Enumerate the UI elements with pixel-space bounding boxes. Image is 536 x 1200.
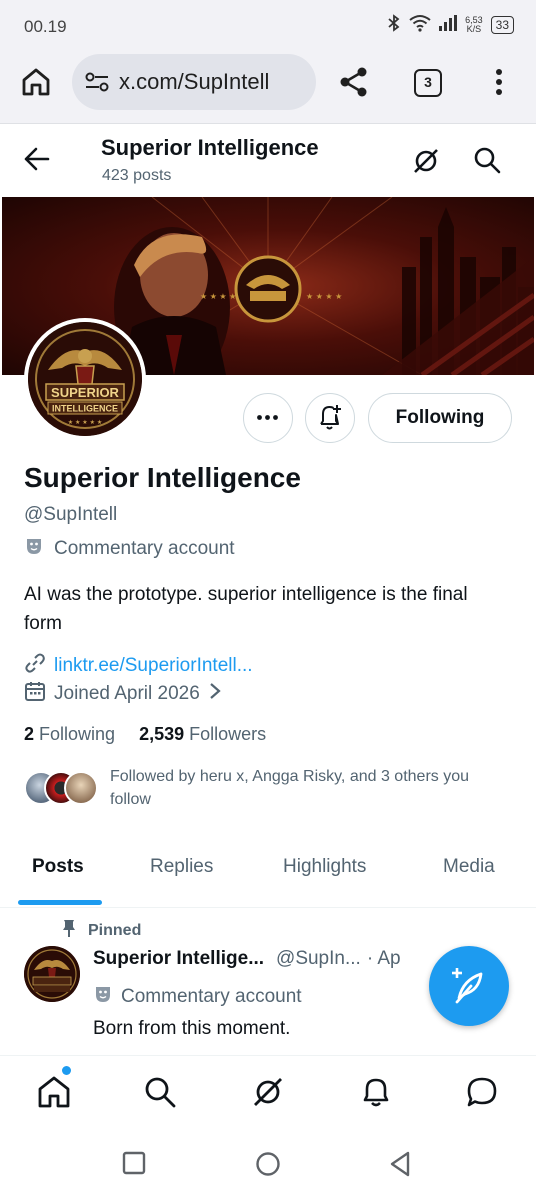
pinned-indicator: Pinned: [62, 918, 141, 943]
battery-icon: 33: [490, 16, 514, 34]
following-button[interactable]: Following: [368, 393, 512, 443]
chevron-right-icon: [208, 681, 222, 707]
post-author-name[interactable]: Superior Intellige...: [93, 948, 264, 969]
followers-count: 2,539: [139, 724, 185, 744]
bluetooth-icon: [387, 14, 401, 36]
follower-avatars: [24, 771, 98, 805]
home-notification-dot: [62, 1066, 71, 1075]
tab-highlights[interactable]: Highlights: [283, 856, 366, 878]
post-text: Born from this moment.: [93, 1018, 291, 1039]
profile-link-text[interactable]: linktr.ee/SuperiorIntell...: [54, 655, 253, 677]
speed-unit: K/S: [466, 24, 482, 34]
browser-home-icon[interactable]: [20, 66, 52, 98]
status-icons: 6,53 K/S 33: [387, 14, 514, 36]
follow-counts: 2 Following 2,539 Followers: [24, 724, 266, 745]
tab-posts[interactable]: Posts: [32, 856, 84, 878]
profile-handle: @SupIntell: [24, 504, 118, 525]
bell-plus-icon: [320, 405, 341, 430]
more-options-button[interactable]: [243, 393, 293, 443]
grok-icon[interactable]: [410, 145, 442, 177]
follower-avatar: [64, 771, 98, 805]
joined-text: Joined April 2026: [54, 683, 200, 704]
svg-text:★ ★ ★ ★ ★: ★ ★ ★ ★ ★: [68, 419, 103, 426]
followed-by-text: Followed by heru x, Angga Risky, and 3 o…: [110, 768, 470, 808]
system-navigation-bar: [0, 1131, 536, 1200]
site-settings-icon[interactable]: [84, 70, 110, 94]
tab-replies[interactable]: Replies: [150, 856, 213, 878]
commentary-label[interactable]: Commentary account: [24, 537, 235, 561]
svg-text:★ ★ ★ ★: ★ ★ ★ ★: [306, 292, 342, 301]
nav-messages-icon[interactable]: [464, 1074, 500, 1110]
profile-bio: AI was the prototype. superior intellige…: [24, 584, 468, 634]
nav-home-icon[interactable]: [36, 1074, 72, 1110]
bottom-navigation: [0, 1055, 536, 1131]
followers-count-label: Followers: [189, 724, 267, 744]
status-bar: 00.19 6,53 K/S 33: [0, 0, 536, 52]
profile-tabs: Posts Replies Highlights Media: [0, 842, 536, 908]
post-author-avatar[interactable]: [24, 946, 80, 1002]
notifications-button[interactable]: [305, 393, 355, 443]
nav-grok-icon[interactable]: [250, 1074, 286, 1110]
browser-menu-icon[interactable]: [488, 66, 510, 98]
share-icon[interactable]: [338, 66, 370, 98]
browser-toolbar: x.com/SupIntell 3: [0, 52, 536, 124]
avatar-text-superior: SUPERIOR: [51, 385, 120, 400]
url-text: x.com/SupIntell: [119, 69, 270, 94]
avatar-text-intelligence: INTELLIGENCE: [52, 404, 118, 414]
profile-display-name: Superior Intelligence: [24, 462, 301, 493]
search-icon[interactable]: [472, 145, 502, 175]
address-bar[interactable]: x.com/SupIntell: [72, 54, 316, 110]
following-count-link[interactable]: 2 Following: [24, 724, 115, 744]
system-back-icon[interactable]: [388, 1151, 412, 1182]
back-arrow-icon[interactable]: [22, 145, 50, 173]
following-count: 2: [24, 724, 35, 744]
network-speed: 6,53 K/S: [465, 16, 483, 34]
post-commentary-label[interactable]: Commentary account: [93, 984, 302, 1010]
pinned-label: Pinned: [88, 921, 142, 939]
svg-text:★ ★ ★ ★: ★ ★ ★ ★: [200, 292, 236, 301]
profile-header-bar: Superior Intelligence 423 posts: [0, 125, 536, 197]
post-header: Superior Intellige... @SupIn... · Ap: [93, 948, 401, 970]
wifi-icon: [409, 14, 431, 36]
joined-date[interactable]: Joined April 2026: [24, 680, 222, 708]
tab-media[interactable]: Media: [443, 856, 495, 878]
post-date: · Ap: [366, 948, 401, 969]
more-dots-icon: [257, 415, 278, 420]
theater-masks-icon: [93, 984, 113, 1010]
pin-icon: [62, 918, 76, 943]
compose-post-button[interactable]: [429, 946, 509, 1026]
link-icon: [24, 652, 46, 680]
followed-by-section[interactable]: Followed by heru x, Angga Risky, and 3 o…: [24, 765, 514, 811]
system-home-icon[interactable]: [255, 1151, 281, 1182]
post-author-handle[interactable]: @SupIn...: [276, 948, 361, 969]
nav-notifications-icon[interactable]: [358, 1074, 394, 1110]
profile-link[interactable]: linktr.ee/SuperiorIntell...: [24, 652, 253, 680]
commentary-text: Commentary account: [54, 538, 235, 559]
header-post-count: 423 posts: [102, 167, 172, 184]
post-commentary-text: Commentary account: [121, 986, 302, 1007]
status-time: 00.19: [24, 17, 67, 36]
header-profile-name: Superior Intelligence: [101, 135, 319, 160]
signal-icon: [439, 15, 458, 35]
followers-count-link[interactable]: 2,539 Followers: [139, 724, 266, 744]
recent-apps-icon[interactable]: [122, 1151, 146, 1180]
tab-switcher-button[interactable]: 3: [414, 69, 442, 97]
active-tab-indicator: [18, 900, 102, 905]
theater-masks-icon: [24, 536, 44, 562]
nav-search-icon[interactable]: [142, 1074, 178, 1110]
profile-avatar[interactable]: SUPERIOR INTELLIGENCE ★ ★ ★ ★ ★: [24, 318, 146, 440]
calendar-icon: [24, 680, 46, 708]
compose-feather-icon: [452, 968, 483, 1004]
following-count-label: Following: [39, 724, 116, 744]
